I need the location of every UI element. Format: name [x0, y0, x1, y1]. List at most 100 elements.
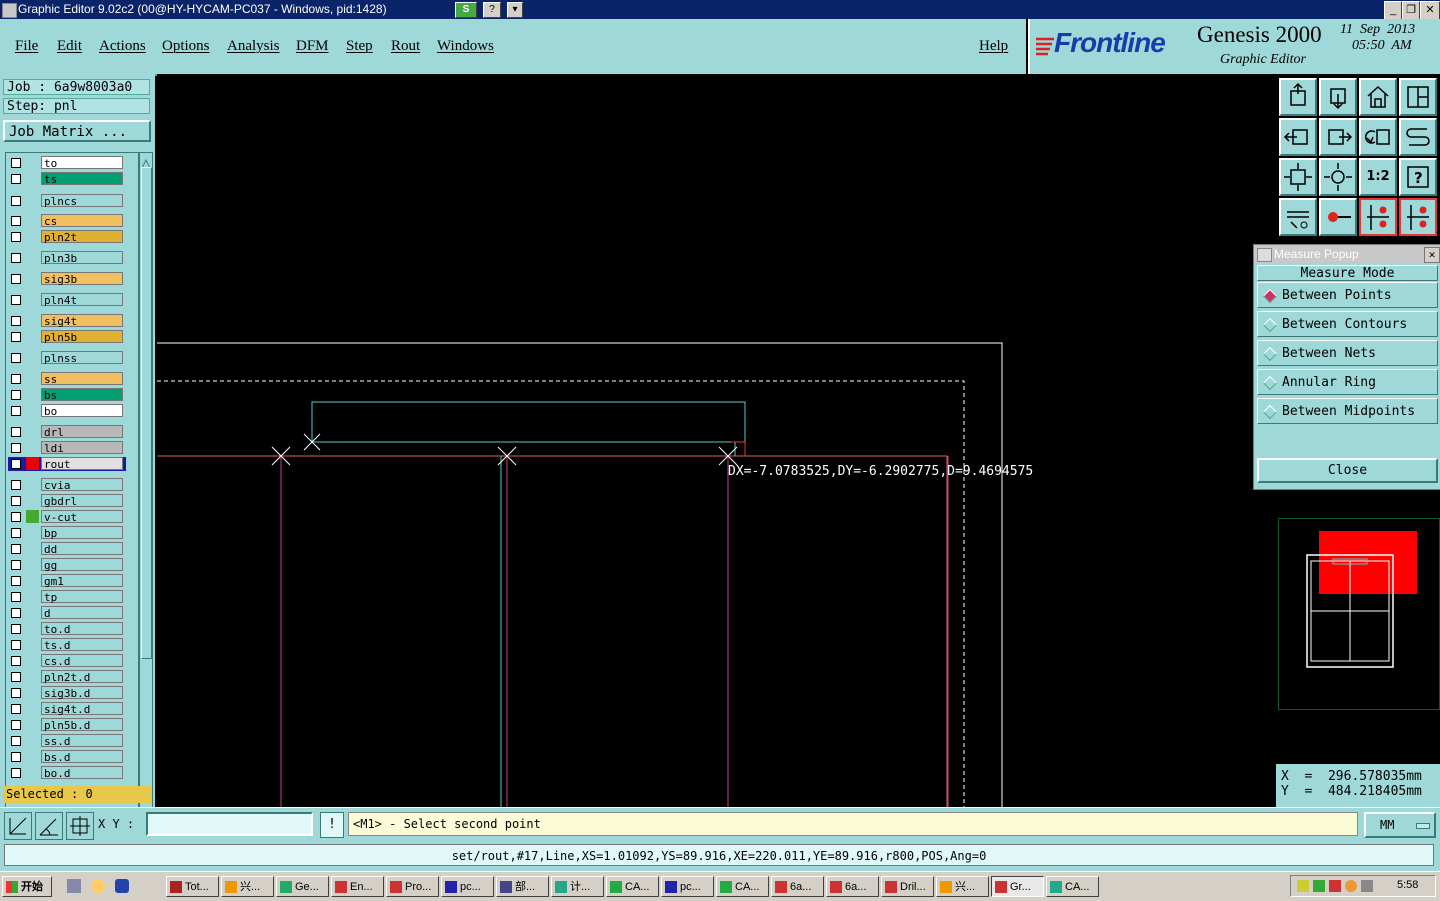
layer-row-plnss[interactable]: plnss	[8, 351, 126, 365]
layer-row-pln3b[interactable]: pln3b	[8, 251, 126, 265]
layer-row-pln5b[interactable]: pln5b	[8, 330, 126, 344]
layer-name[interactable]: drl	[41, 425, 123, 439]
layer-name[interactable]: pln5b.d	[41, 718, 123, 732]
window-split-icon[interactable]	[1399, 78, 1437, 116]
layer-name[interactable]: gg	[41, 558, 123, 572]
close-popup-button[interactable]: Close	[1257, 458, 1438, 483]
undo-zoom-icon[interactable]	[1359, 118, 1397, 156]
info-icon[interactable]: !	[320, 812, 344, 838]
scroll-thumb[interactable]	[141, 167, 152, 659]
layer-name[interactable]: ts.d	[41, 638, 123, 652]
taskbar-item[interactable]: CA...	[716, 876, 769, 897]
menu-options[interactable]: Options	[162, 38, 210, 55]
layer-checkbox[interactable]	[11, 427, 21, 437]
chevron-down-icon[interactable]: ▾	[507, 2, 523, 18]
minimize-button[interactable]: _	[1384, 1, 1402, 20]
layer-row-tp[interactable]: tp	[8, 590, 126, 604]
layer-checkbox[interactable]	[11, 624, 21, 634]
quicklaunch-icon[interactable]	[115, 879, 129, 893]
angle-snap-icon[interactable]	[35, 812, 63, 840]
layer-name[interactable]: plncs	[41, 194, 123, 208]
fit-screen-icon[interactable]	[1279, 158, 1317, 196]
taskbar-item[interactable]: 6a...	[826, 876, 879, 897]
zoom-top-icon[interactable]	[1279, 78, 1317, 116]
layer-row-plncs[interactable]: plncs	[8, 194, 126, 208]
layer-row-bo.d[interactable]: bo.d	[8, 766, 126, 780]
option-between-contours[interactable]: Between Contours	[1257, 311, 1438, 337]
layer-row-cs[interactable]: cs	[8, 214, 126, 228]
layer-checkbox[interactable]	[11, 592, 21, 602]
tray-icon[interactable]	[1329, 880, 1341, 892]
layer-name[interactable]: gm1	[41, 574, 123, 588]
layer-row-ss[interactable]: ss	[8, 372, 126, 386]
layer-checkbox[interactable]	[11, 752, 21, 762]
taskbar-item[interactable]: CA...	[1046, 876, 1099, 897]
help-icon[interactable]: ?	[1399, 158, 1437, 196]
layer-checkbox[interactable]	[11, 406, 21, 416]
layer-row-pln5b.d[interactable]: pln5b.d	[8, 718, 126, 732]
layer-row-drl[interactable]: drl	[8, 425, 126, 439]
net-highlight-icon[interactable]	[1399, 198, 1437, 236]
taskbar-item[interactable]: 6a...	[771, 876, 824, 897]
layer-checkbox[interactable]	[11, 374, 21, 384]
layer-name[interactable]: cs.d	[41, 654, 123, 668]
layer-row-to.d[interactable]: to.d	[8, 622, 126, 636]
menu-rout[interactable]: Rout	[391, 38, 420, 55]
menu-windows[interactable]: Windows	[437, 38, 494, 55]
layer-checkbox[interactable]	[11, 390, 21, 400]
layer-checkbox[interactable]	[11, 576, 21, 586]
layer-checkbox[interactable]	[11, 704, 21, 714]
layer-name[interactable]: pln2t	[41, 230, 123, 244]
layer-row-ss.d[interactable]: ss.d	[8, 734, 126, 748]
layer-name[interactable]: v-cut	[41, 510, 123, 524]
layer-row-bs.d[interactable]: bs.d	[8, 750, 126, 764]
layer-name[interactable]: cs	[41, 214, 123, 228]
layer-row-ldi[interactable]: ldi	[8, 441, 126, 455]
scale-1-2-icon[interactable]: 1:2	[1359, 158, 1397, 196]
layer-name[interactable]: d	[41, 606, 123, 620]
layer-checkbox[interactable]	[11, 459, 21, 469]
layer-name[interactable]: bs	[41, 388, 123, 402]
taskbar-item[interactable]: Gr...	[991, 876, 1044, 897]
zoom-bottom-icon[interactable]	[1319, 78, 1357, 116]
layer-row-gm1[interactable]: gm1	[8, 574, 126, 588]
layer-row-ts.d[interactable]: ts.d	[8, 638, 126, 652]
layer-row-pln2t.d[interactable]: pln2t.d	[8, 670, 126, 684]
pan-right-icon[interactable]	[1319, 118, 1357, 156]
layer-row-sig4t[interactable]: sig4t	[8, 314, 126, 328]
layer-row-sig3b.d[interactable]: sig3b.d	[8, 686, 126, 700]
taskbar-item[interactable]: pc...	[441, 876, 494, 897]
layer-name[interactable]: pln5b	[41, 330, 123, 344]
layer-checkbox[interactable]	[11, 640, 21, 650]
redraw-icon[interactable]	[1399, 118, 1437, 156]
layer-name[interactable]: pln2t.d	[41, 670, 123, 684]
tray-icon[interactable]	[1361, 880, 1373, 892]
grid-snap-icon[interactable]	[66, 812, 94, 840]
option-between-midpoints[interactable]: Between Midpoints	[1257, 398, 1438, 424]
units-select[interactable]: MM	[1364, 812, 1436, 838]
tray-icon[interactable]	[1313, 880, 1325, 892]
layer-checkbox[interactable]	[11, 608, 21, 618]
layer-row-pln2t[interactable]: pln2t	[8, 230, 126, 244]
layer-checkbox[interactable]	[11, 544, 21, 554]
quicklaunch-icon[interactable]	[67, 879, 81, 893]
menu-step[interactable]: Step	[346, 38, 373, 55]
layer-name[interactable]: cvia	[41, 478, 123, 492]
taskbar-item[interactable]: 部...	[496, 876, 549, 897]
quicklaunch-icon[interactable]	[91, 879, 105, 893]
layer-name[interactable]: ss.d	[41, 734, 123, 748]
layer-name[interactable]: ldi	[41, 441, 123, 455]
layer-checkbox[interactable]	[11, 672, 21, 682]
layer-name[interactable]: to.d	[41, 622, 123, 636]
layer-checkbox[interactable]	[11, 443, 21, 453]
layer-name[interactable]: ss	[41, 372, 123, 386]
taskbar-item[interactable]: Pro...	[386, 876, 439, 897]
tools-icon[interactable]	[1279, 198, 1317, 236]
layer-checkbox[interactable]	[11, 174, 21, 184]
layer-name[interactable]: sig4t.d	[41, 702, 123, 716]
layer-checkbox[interactable]	[11, 232, 21, 242]
layer-name[interactable]: bo.d	[41, 766, 123, 780]
layer-name[interactable]: sig3b.d	[41, 686, 123, 700]
option-between-nets[interactable]: Between Nets	[1257, 340, 1438, 366]
layer-name[interactable]: pln3b	[41, 251, 123, 265]
